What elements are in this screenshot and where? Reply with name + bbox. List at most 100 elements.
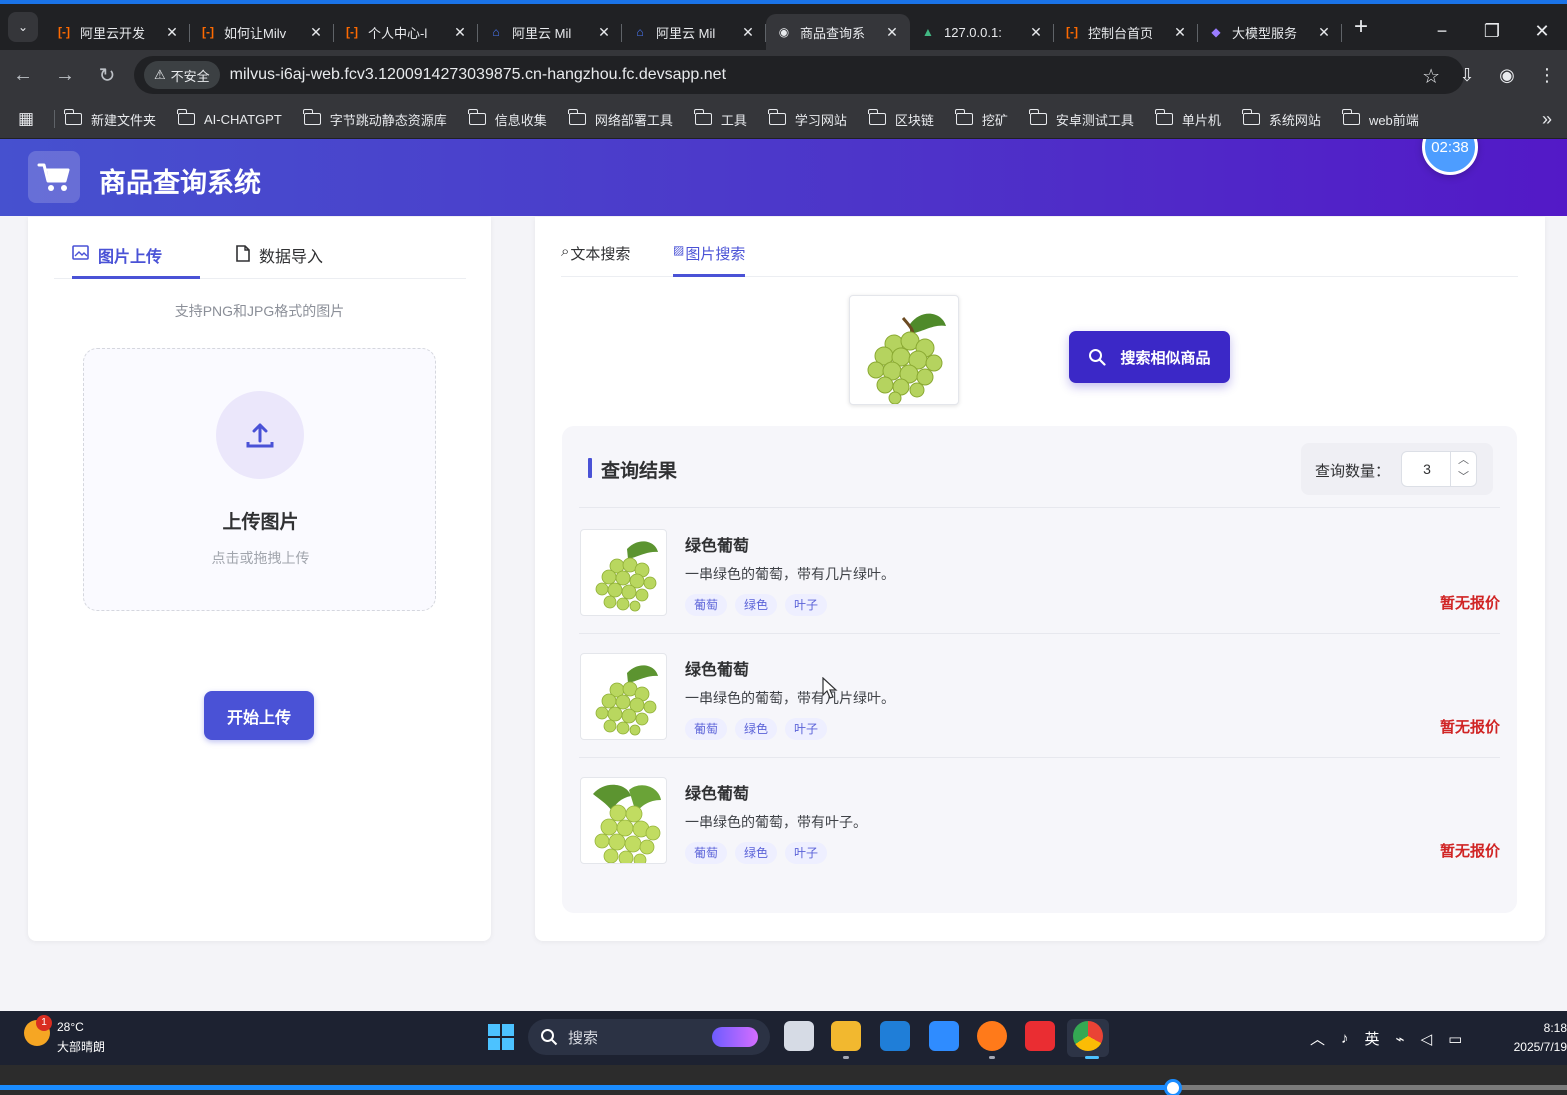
quantity-label: 查询数量： xyxy=(1315,463,1391,480)
reload-icon[interactable]: ↻ xyxy=(88,56,126,94)
taskbar-search[interactable]: 搜索 xyxy=(528,1019,770,1055)
volume-icon[interactable]: ◁ xyxy=(1421,1030,1433,1048)
battery-icon[interactable]: ▭ xyxy=(1448,1030,1462,1048)
tab-data-import[interactable]: 数据导入 xyxy=(236,243,323,279)
bookmark-folder[interactable]: 学习网站 xyxy=(767,109,847,129)
bookmark-star-icon[interactable]: ☆ xyxy=(1422,64,1440,89)
browser-tab[interactable]: ⌂ 阿里云 Mil ✕ xyxy=(622,14,766,50)
security-label: 不安全 xyxy=(170,68,210,84)
bookmark-folder[interactable]: 信息收集 xyxy=(467,109,547,129)
browser-tab-active[interactable]: ◉ 商品查询系 ✕ xyxy=(766,14,910,50)
bookmark-folder[interactable]: 安卓测试工具 xyxy=(1028,109,1134,129)
apps-grid-icon[interactable]: ▦ xyxy=(18,109,44,129)
product-tags: 葡萄 绿色 叶子 xyxy=(685,718,835,740)
product-image xyxy=(580,653,667,740)
chevron-up-icon[interactable]: ︿ xyxy=(1310,1028,1325,1049)
close-window-icon[interactable]: ✕ xyxy=(1517,21,1567,42)
product-image xyxy=(580,777,667,864)
browser-tab[interactable]: ⌂ 阿里云 Mil ✕ xyxy=(478,14,622,50)
restore-icon[interactable]: ❐ xyxy=(1467,21,1517,42)
bookmark-folder[interactable]: 单片机 xyxy=(1154,109,1221,129)
close-tab-icon[interactable]: ✕ xyxy=(164,24,180,41)
tab-text-search[interactable]: ⌕ 文本搜索 xyxy=(561,243,630,277)
chrome-icon[interactable] xyxy=(1073,1021,1103,1051)
bookmark-folder[interactable]: 系统网站 xyxy=(1241,109,1321,129)
browser-tab[interactable]: [-] 个人中心-l ✕ xyxy=(334,14,478,50)
progress-handle[interactable] xyxy=(1163,1079,1182,1095)
product-tag: 叶子 xyxy=(785,718,828,740)
product-tag: 葡萄 xyxy=(685,718,728,740)
bookmark-folder[interactable]: 字节跳动静态资源库 xyxy=(302,109,447,129)
browser-tab[interactable]: [-] 阿里云开发 ✕ xyxy=(46,14,190,50)
search-icon xyxy=(541,1029,558,1046)
firefox-icon[interactable] xyxy=(977,1021,1007,1051)
browser-tab[interactable]: [-] 控制台首页 ✕ xyxy=(1054,14,1198,50)
close-tab-icon[interactable]: ✕ xyxy=(740,24,756,41)
folder-icon xyxy=(64,109,82,125)
bookmark-folder[interactable]: AI-CHATGPT xyxy=(177,109,282,127)
security-indicator[interactable]: ⚠ 不安全 xyxy=(144,61,220,89)
start-upload-button[interactable]: 开始上传 xyxy=(204,691,314,740)
url-text[interactable]: milvus-i6aj-web.fcv3.1200914273039875.cn… xyxy=(230,66,726,84)
close-tab-icon[interactable]: ✕ xyxy=(884,24,900,41)
bookmark-folder[interactable]: 新建文件夹 xyxy=(64,109,156,129)
quantity-stepper[interactable]: 3 ︿ ﹀ xyxy=(1401,451,1477,487)
close-tab-icon[interactable]: ✕ xyxy=(596,24,612,41)
netease-music-icon[interactable] xyxy=(1025,1021,1055,1051)
decrement-icon[interactable]: ﹀ xyxy=(1451,469,1476,486)
input-method[interactable]: 英 xyxy=(1365,1028,1380,1049)
running-indicator xyxy=(989,1056,995,1059)
aliyun-icon: [-] xyxy=(346,25,358,39)
outlook-icon[interactable] xyxy=(880,1021,910,1051)
new-tab-button[interactable]: + xyxy=(1346,12,1376,42)
close-tab-icon[interactable]: ✕ xyxy=(1316,24,1332,41)
forward-icon[interactable]: → xyxy=(46,56,84,94)
profile-icon[interactable]: ◉ xyxy=(1487,65,1527,86)
close-tab-icon[interactable]: ✕ xyxy=(452,24,468,41)
result-item[interactable]: 绿色葡萄 一串绿色的葡萄，带有几片绿叶。 葡萄 绿色 叶子 暂无报价 xyxy=(579,510,1500,634)
minimize-icon[interactable]: − xyxy=(1417,21,1467,42)
result-item[interactable]: 绿色葡萄 一串绿色的葡萄，带有叶子。 葡萄 绿色 叶子 暂无报价 xyxy=(579,758,1500,882)
tab-search-button[interactable]: ⌄ xyxy=(8,12,38,42)
folder-icon xyxy=(767,109,786,125)
task-view-icon[interactable] xyxy=(784,1021,814,1051)
search-highlight-icon xyxy=(712,1027,758,1047)
tab-image-search[interactable]: ▨ 图片搜索 xyxy=(673,243,746,277)
file-explorer-icon[interactable] xyxy=(831,1021,861,1051)
download-icon[interactable]: ⇩ xyxy=(1447,65,1487,86)
close-tab-icon[interactable]: ✕ xyxy=(1028,24,1044,41)
wifi-icon[interactable]: ⌁ xyxy=(1396,1030,1405,1048)
close-tab-icon[interactable]: ✕ xyxy=(308,24,324,41)
bookmark-folder[interactable]: 挖矿 xyxy=(954,109,1008,129)
bookmark-folder[interactable]: 工具 xyxy=(693,109,747,129)
toolbar-actions: ⇩ ◉ ⋮ xyxy=(1447,50,1567,100)
tab-image-upload[interactable]: 图片上传 xyxy=(72,243,200,279)
aliyun-icon: [-] xyxy=(1066,25,1078,39)
upload-icon xyxy=(216,391,304,479)
product-description: 一串绿色的葡萄，带有叶子。 xyxy=(685,814,867,830)
weather-condition[interactable]: 大部晴朗 xyxy=(57,1038,105,1055)
feishu-icon[interactable] xyxy=(929,1021,959,1051)
bookmark-folder[interactable]: web前端 xyxy=(1341,109,1419,129)
bookmark-folder[interactable]: 区块链 xyxy=(867,109,934,129)
progress-fill xyxy=(0,1085,1174,1090)
address-bar[interactable]: ⚠ 不安全 milvus-i6aj-web.fcv3.1200914273039… xyxy=(134,56,1464,94)
windows-start-icon[interactable] xyxy=(488,1024,514,1050)
browser-tab[interactable]: [-] 如何让Milv ✕ xyxy=(190,14,334,50)
search-similar-products-button[interactable]: 搜索相似商品 xyxy=(1069,331,1230,383)
back-icon[interactable]: ← xyxy=(4,56,42,94)
microphone-icon[interactable]: ♪ xyxy=(1341,1030,1349,1047)
quantity-value[interactable]: 3 xyxy=(1402,461,1452,477)
browser-tab[interactable]: ▲ 127.0.0.1: ✕ xyxy=(910,14,1054,50)
result-item[interactable]: 绿色葡萄 一串绿色的葡萄，带有几片绿叶。 葡萄 绿色 叶子 暂无报价 xyxy=(579,634,1500,758)
more-bookmarks-button[interactable]: » xyxy=(1542,109,1552,130)
close-tab-icon[interactable]: ✕ xyxy=(1172,24,1188,41)
image-drop-zone[interactable]: 上传图片 点击或拖拽上传 xyxy=(83,348,436,611)
bookmark-folder[interactable]: 网络部署工具 xyxy=(567,109,673,129)
temperature[interactable]: 28°C xyxy=(57,1020,84,1034)
increment-icon[interactable]: ︿ xyxy=(1451,452,1476,469)
browser-menu-icon[interactable]: ⋮ xyxy=(1527,65,1567,86)
taskbar-clock[interactable]: 8:18 2025/7/19 xyxy=(1505,1019,1567,1057)
product-name: 绿色葡萄 xyxy=(685,538,750,555)
browser-tab[interactable]: ◆ 大模型服务 ✕ xyxy=(1198,14,1342,50)
